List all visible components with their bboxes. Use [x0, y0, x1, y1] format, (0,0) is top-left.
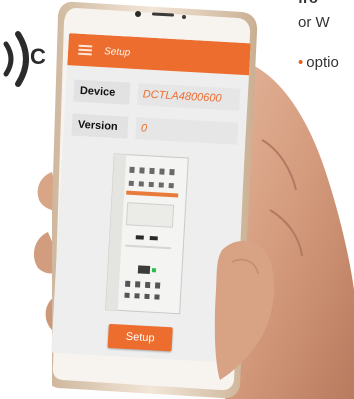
- hamburger-menu-icon[interactable]: [77, 44, 93, 56]
- version-label: Version: [71, 113, 129, 139]
- version-row: Version 0: [71, 113, 239, 145]
- photo-stage: C fro or W •optio: [0, 0, 354, 399]
- setup-button[interactable]: Setup: [107, 323, 173, 352]
- device-row: Device DCTLA4800600: [73, 79, 241, 111]
- version-value: 0: [135, 117, 239, 145]
- front-camera-icon: [135, 11, 141, 17]
- device-value: DCTLA4800600: [137, 83, 241, 111]
- phone-screen: Setup Device DCTLA4800600 Version 0 Setu…: [51, 33, 251, 363]
- soft-starter-device-image: [105, 153, 189, 315]
- smartphone: Setup Device DCTLA4800600 Version 0 Setu…: [51, 0, 262, 399]
- device-label: Device: [73, 79, 131, 105]
- app-title: Setup: [103, 45, 131, 59]
